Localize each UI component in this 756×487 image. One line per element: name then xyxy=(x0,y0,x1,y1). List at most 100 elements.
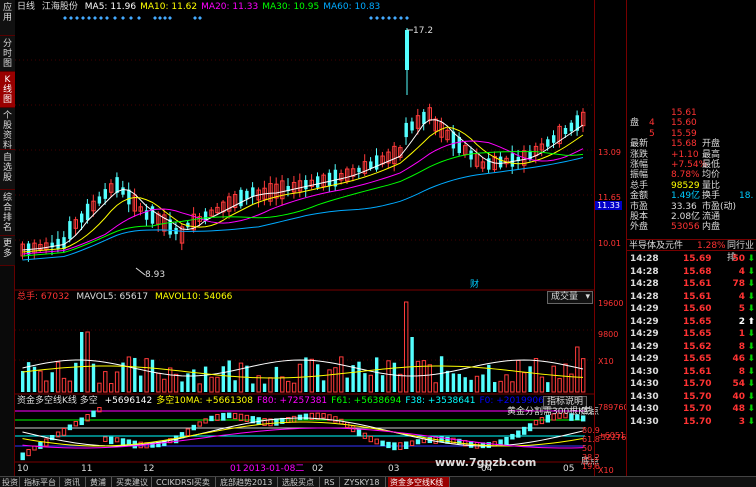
volume-bar-up xyxy=(404,301,409,393)
indicator-candle xyxy=(73,421,78,427)
tick-time: 14:28 xyxy=(630,291,659,302)
mavol10-value: MAVOL10: 54066 xyxy=(154,292,233,302)
volume-bar-down xyxy=(121,362,125,392)
bottom-tab-10[interactable]: 资金多空线K线 xyxy=(388,477,450,487)
diamond-marker xyxy=(137,16,141,20)
left-tab-1[interactable]: 分时图 xyxy=(0,36,15,72)
diamond-marker xyxy=(63,16,67,20)
candle-body-down xyxy=(68,221,72,239)
tick-row: 14:30 15.70 3 ⬇ xyxy=(627,416,756,428)
header-line: 日线 江海股份 MA5: 11.96 MA10: 11.62 MA20: 11.33… xyxy=(17,2,380,13)
bottom-tab-8[interactable]: RS xyxy=(322,477,340,487)
indicator-candle xyxy=(103,436,108,442)
candle-body-down xyxy=(546,139,550,147)
left-tab-6[interactable]: 更多 xyxy=(0,236,15,266)
volume-bar-down xyxy=(274,366,279,392)
volume-bar-up xyxy=(209,376,214,393)
bottom-tab-1[interactable]: 指标平台 xyxy=(22,477,60,487)
arrow-up-icon: ⬆ xyxy=(747,316,755,327)
volume-bar-up xyxy=(368,374,374,393)
arrow-down-icon: ⬇ xyxy=(747,266,755,277)
indicator-candle xyxy=(510,433,515,440)
indicator-candle xyxy=(185,428,191,437)
volume-bar-down xyxy=(392,362,397,392)
candle-body-down xyxy=(304,180,308,190)
diamond-marker xyxy=(381,16,385,20)
volume-bar-down xyxy=(316,364,320,392)
left-tab-2[interactable]: K线图 xyxy=(0,72,15,108)
volume-bar-down xyxy=(180,381,184,392)
bottom-tab-7[interactable]: 选股买点 xyxy=(280,477,320,487)
bottom-tab-4[interactable]: 买卖建议 xyxy=(114,477,152,487)
bottom-tab-2[interactable]: 资讯 xyxy=(62,477,86,487)
arrow-down-icon: ⬇ xyxy=(747,279,755,289)
indicator-candle xyxy=(415,439,421,445)
indicator-candle xyxy=(67,424,73,431)
ma-value-4: MA60: 10.83 xyxy=(323,2,381,12)
indicator-value-3: F61: +5638694 xyxy=(331,396,402,406)
tick-row: 14:30 15.61 8 ⬇ xyxy=(627,366,756,378)
candle-body-down xyxy=(80,213,84,223)
bottom-tab-0[interactable]: 投资 xyxy=(0,477,20,487)
arrow-down-icon: ⬇ xyxy=(747,254,755,264)
tick-row: 14:30 15.70 40 ⬇ xyxy=(627,391,756,403)
indicator-candle xyxy=(209,415,214,422)
volume-bar-up xyxy=(144,358,149,393)
axis-label-2: 11.33 xyxy=(595,201,622,210)
volume-bar-up xyxy=(55,361,61,393)
left-tab-5[interactable]: 综合排名 xyxy=(0,190,15,236)
volume-bar-down xyxy=(463,377,467,392)
volume-bar-up xyxy=(415,360,421,393)
diamond-marker xyxy=(387,16,391,20)
indicator-value-0: +5696142 xyxy=(104,396,153,406)
volume-dropdown[interactable]: 成交量 ▾ xyxy=(547,291,594,304)
date-label-1: 11 xyxy=(81,464,93,474)
indicator-candle xyxy=(120,438,126,446)
left-tab-4[interactable]: 自选股 xyxy=(0,150,15,190)
indicator-candle xyxy=(380,440,385,447)
tick-price: 15.70 xyxy=(683,391,712,402)
bottom-tab-3[interactable]: 黄浦 xyxy=(88,477,112,487)
bottom-tab-5[interactable]: CCIKDRSI买卖 xyxy=(154,477,216,487)
chart-area[interactable]: 日线 江海股份 MA5: 11.96 MA10: 11.62 MA20: 11.33… xyxy=(15,0,600,476)
volume-bar-down xyxy=(375,357,379,392)
arrow-down-icon: ⬇ xyxy=(747,404,755,414)
bottom-tab-6[interactable]: 底部趋势2013 xyxy=(218,477,278,487)
volume-bar-down xyxy=(445,370,450,392)
tick-price: 15.61 xyxy=(683,291,712,302)
left-tab-label: 更多 xyxy=(2,239,12,259)
indicator-candle xyxy=(504,436,509,445)
left-tab-3[interactable]: 个股资料 xyxy=(0,108,15,150)
finance-marker[interactable]: 财 xyxy=(470,280,479,291)
left-tab-0[interactable]: 应用 xyxy=(0,0,15,36)
candle-body-down xyxy=(127,189,131,205)
diamond-marker xyxy=(81,16,85,20)
arrow-down-icon: ⬇ xyxy=(747,379,755,389)
bottom-tab-9[interactable]: ZYSKY18 xyxy=(342,477,386,487)
candle-body-down xyxy=(422,111,426,125)
diamond-marker xyxy=(399,16,403,20)
candle-body-down xyxy=(327,172,332,187)
volume-bar-down xyxy=(21,370,25,392)
tick-volume: 8 xyxy=(738,366,745,377)
indicator-value-2: F80: +7257381 xyxy=(257,396,328,406)
volume-bar-up xyxy=(61,377,67,393)
volume-bar-up xyxy=(197,383,202,393)
axis-label-10: X10 xyxy=(598,466,614,475)
candle-body-down xyxy=(115,177,119,193)
tick-time: 14:29 xyxy=(630,341,659,352)
quote-label: 外盘 xyxy=(630,222,649,233)
tick-volume: 4 xyxy=(738,291,745,302)
volume-bar-up xyxy=(268,377,273,393)
sector-row[interactable]: 半导体及元件 1.28% 同行业排 xyxy=(627,239,756,263)
volume-bar-up xyxy=(474,375,480,393)
tick-price: 15.70 xyxy=(683,404,712,414)
spike-body xyxy=(405,30,409,70)
volume-bar-up xyxy=(215,376,220,393)
date-label-4: 2013-01-08二 xyxy=(243,464,305,474)
volume-bar-up xyxy=(286,380,291,393)
tick-volume: 40 xyxy=(732,391,745,402)
indicator-title: 资金多空线K线 多空 xyxy=(17,396,98,406)
diamond-marker xyxy=(198,16,202,20)
volume-bar-up xyxy=(168,367,173,393)
